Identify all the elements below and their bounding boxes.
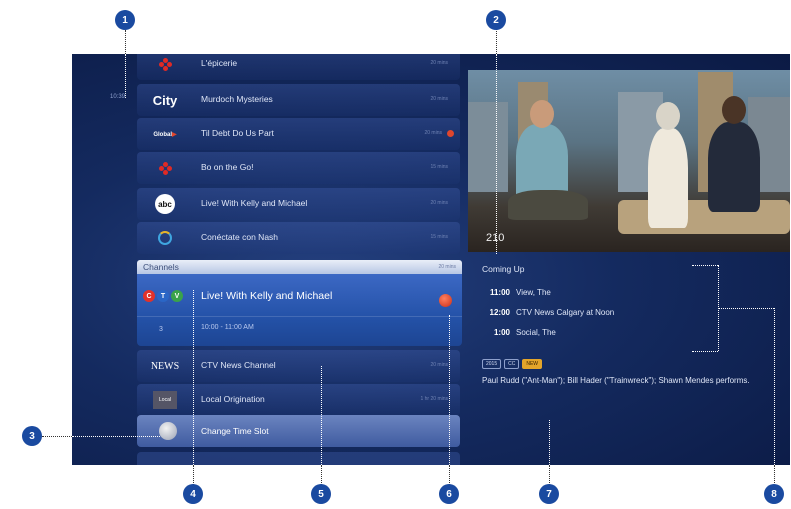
guide-row[interactable]: Bo on the Go! 15 mins bbox=[137, 152, 460, 184]
guide-row[interactable]: Conéctate con Nash 15 mins bbox=[137, 222, 460, 254]
selected-program-title: Live! With Kelly and Michael bbox=[201, 290, 333, 302]
callout-6: 6 bbox=[439, 484, 459, 504]
channel-number: 3 bbox=[159, 326, 163, 333]
program-badges: 2015 CC NEW bbox=[482, 359, 543, 369]
coming-up-header: Coming Up bbox=[482, 264, 525, 274]
callout-2: 2 bbox=[486, 10, 506, 30]
cc-badge: CC bbox=[504, 359, 520, 369]
coming-up-item[interactable]: 11:00 View, The bbox=[482, 288, 551, 297]
program-title: L'épicerie bbox=[201, 58, 238, 68]
program-title: Til Debt Do Us Part bbox=[201, 128, 274, 138]
program-duration: 20 mins bbox=[430, 362, 448, 368]
ctv-logo-icon: C T V bbox=[143, 290, 183, 302]
cbc-logo-icon bbox=[143, 54, 187, 76]
program-duration: 20 mins bbox=[424, 130, 442, 136]
program-title: Live! With Kelly and Michael bbox=[201, 198, 308, 208]
program-duration: 20 mins bbox=[430, 200, 448, 206]
coming-up-item[interactable]: 12:00 CTV News Calgary at Noon bbox=[482, 308, 615, 317]
omni-logo-icon bbox=[143, 226, 187, 250]
local-logo-icon: Local bbox=[143, 388, 187, 412]
year-badge: 2015 bbox=[482, 359, 502, 369]
program-duration: 15 mins bbox=[430, 234, 448, 240]
channels-header: Channels 20 mins bbox=[137, 260, 462, 274]
selected-program-row[interactable]: C T V Live! With Kelly and Michael 3 10:… bbox=[137, 274, 462, 346]
channel-guide: L'épicerie 20 mins City Murdoch Mysterie… bbox=[137, 54, 462, 465]
program-description: Paul Rudd ("Ant-Man"); Bill Hader ("Trai… bbox=[482, 376, 750, 385]
new-badge: NEW bbox=[522, 359, 543, 369]
program-duration: 20 mins bbox=[430, 60, 448, 66]
record-indicator-icon bbox=[447, 130, 454, 137]
record-button-icon[interactable] bbox=[439, 294, 452, 307]
change-time-slot-label: Change Time Slot bbox=[201, 426, 269, 436]
callout-8: 8 bbox=[764, 484, 784, 504]
coming-up-panel: Coming Up 11:00 View, The 12:00 CTV News C… bbox=[482, 264, 782, 337]
channels-label: Channels bbox=[143, 262, 179, 272]
guide-row[interactable]: NEWS CTV News Channel 20 mins bbox=[137, 350, 460, 382]
program-time: 10:00 - 11:00 AM bbox=[201, 324, 254, 331]
ctv-news-logo-icon: NEWS bbox=[150, 360, 180, 372]
program-title: Conéctate con Nash bbox=[201, 232, 279, 242]
callout-7: 7 bbox=[539, 484, 559, 504]
row-divider bbox=[137, 316, 462, 317]
callout-3: 3 bbox=[22, 426, 42, 446]
global-logo-icon: Global▶ bbox=[153, 131, 177, 138]
program-duration: 20 mins bbox=[430, 96, 448, 102]
video-preview[interactable]: 210 bbox=[468, 70, 790, 252]
guide-row[interactable]: Global▶ Til Debt Do Us Part 20 mins bbox=[137, 118, 460, 150]
program-title: CTV News Channel bbox=[201, 360, 276, 370]
coming-up-item[interactable]: 1:00 Social, The bbox=[482, 328, 556, 337]
program-duration: 1 hr 20 mins bbox=[420, 396, 448, 402]
abc-logo-icon: abc bbox=[143, 192, 187, 216]
callout-1: 1 bbox=[115, 10, 135, 30]
dial-icon bbox=[159, 422, 177, 440]
callout-5: 5 bbox=[311, 484, 331, 504]
cbc-logo-icon bbox=[143, 156, 187, 180]
program-title: Local Origination bbox=[201, 394, 265, 404]
clock: 10:39 bbox=[110, 94, 126, 100]
guide-diagram: 10:39 L'épicerie 20 mins City Murdoch My… bbox=[0, 0, 791, 509]
callout-4: 4 bbox=[183, 484, 203, 504]
guide-row[interactable]: Local Local Origination 1 hr 20 mins bbox=[137, 384, 460, 416]
city-logo-icon: City bbox=[152, 92, 178, 108]
change-time-slot-button[interactable]: Change Time Slot bbox=[137, 415, 460, 447]
program-duration: 15 mins bbox=[430, 164, 448, 170]
guide-row[interactable]: abc Live! With Kelly and Michael 20 mins bbox=[137, 188, 460, 220]
guide-row[interactable] bbox=[137, 452, 460, 465]
guide-row[interactable]: L'épicerie 20 mins bbox=[137, 54, 460, 80]
channels-duration: 20 mins bbox=[438, 264, 456, 270]
tv-screen: 10:39 L'épicerie 20 mins City Murdoch My… bbox=[72, 54, 790, 465]
program-title: Murdoch Mysteries bbox=[201, 94, 273, 104]
guide-row[interactable]: City Murdoch Mysteries 20 mins bbox=[137, 84, 460, 116]
program-title: Bo on the Go! bbox=[201, 162, 254, 172]
